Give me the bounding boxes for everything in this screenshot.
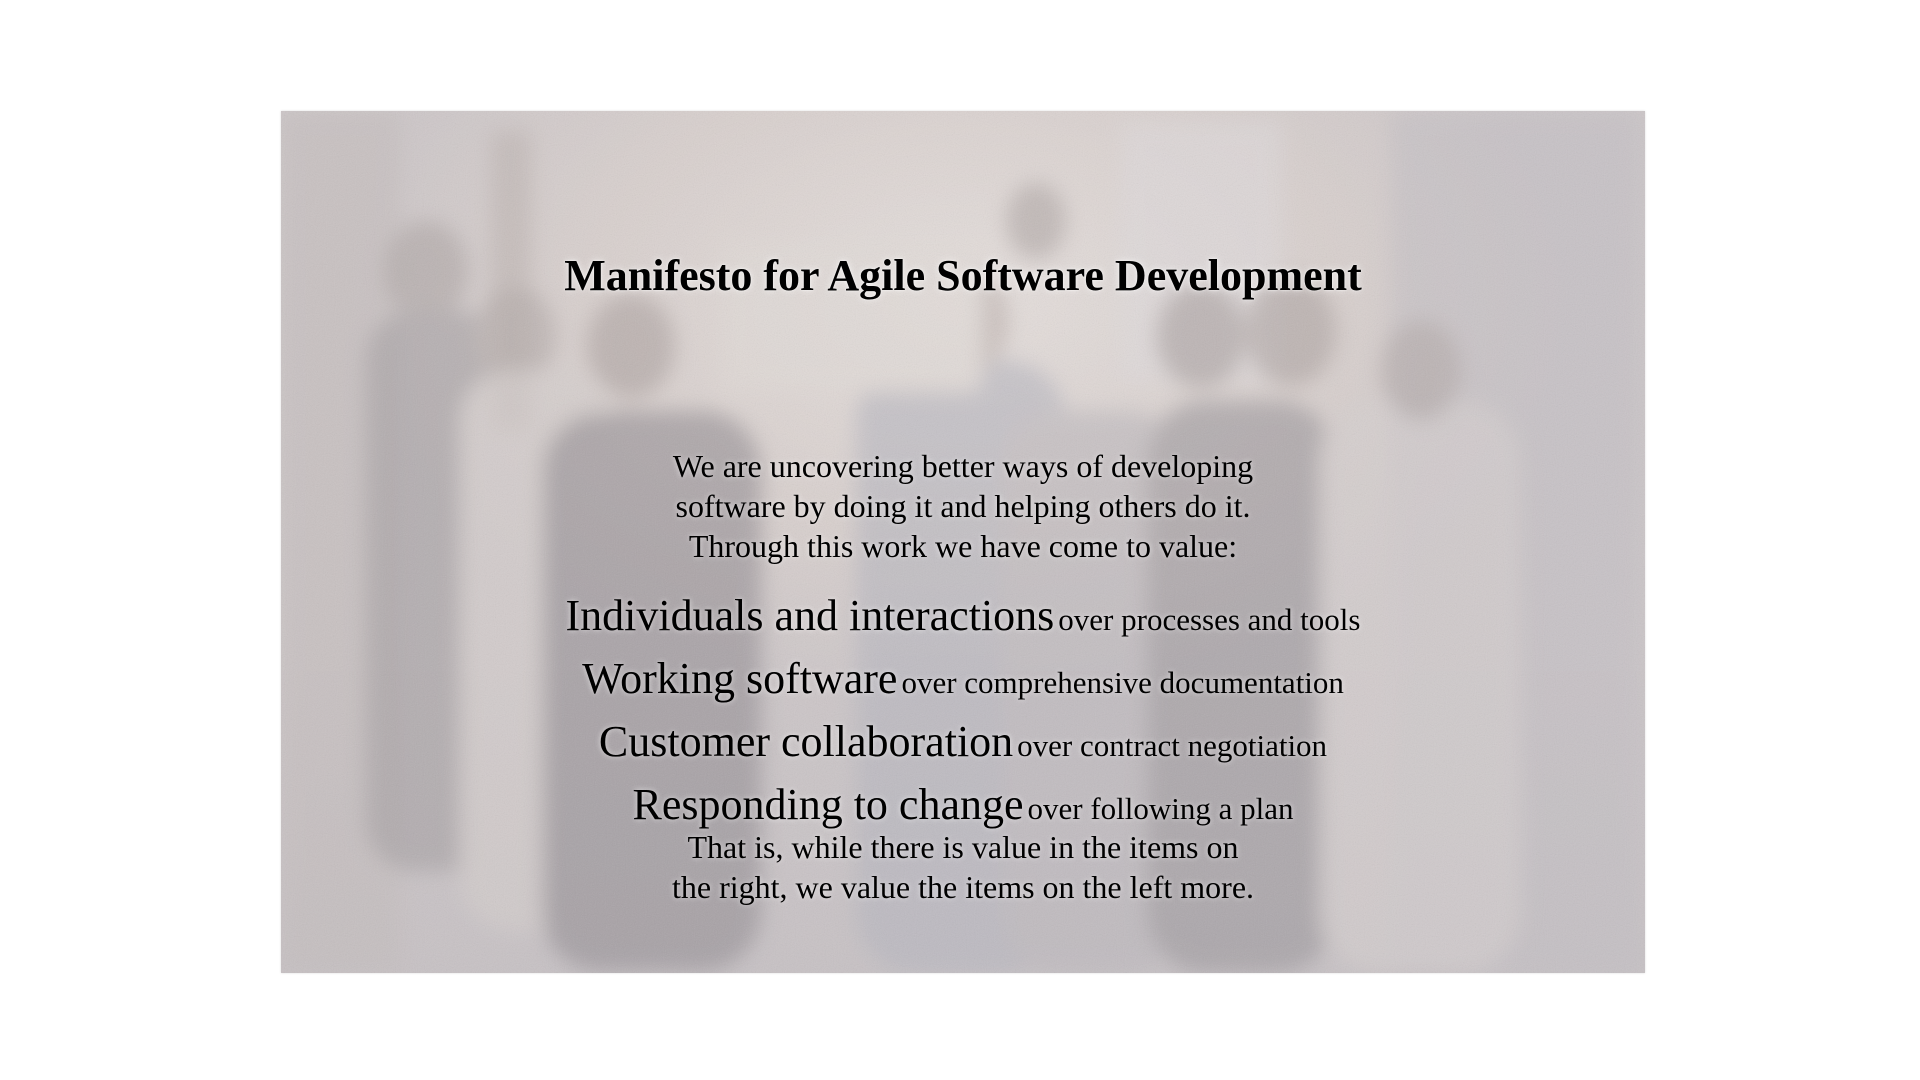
intro-paragraph: We are uncovering better ways of develop… <box>281 446 1645 566</box>
value-right: over processes and tools <box>1058 602 1361 637</box>
value-left: Customer collaboration <box>598 717 1014 766</box>
closing-line: That is, while there is value in the ite… <box>687 829 1239 865</box>
background-photo: Manifesto for Agile Software Development… <box>281 111 1645 973</box>
values-list: Individuals and interactions over proces… <box>281 589 1645 841</box>
value-right: over comprehensive documentation <box>901 665 1344 700</box>
value-left: Working software <box>582 654 898 703</box>
value-item: Individuals and interactions over proces… <box>281 589 1645 652</box>
manifesto-title: Manifesto for Agile Software Development <box>564 251 1362 300</box>
intro-line: Through this work we have come to value: <box>688 528 1238 564</box>
closing-line: the right, we value the items on the lef… <box>671 869 1255 905</box>
closing-paragraph: That is, while there is value in the ite… <box>281 827 1645 907</box>
value-right: over following a plan <box>1027 791 1294 826</box>
value-item: Customer collaboration over contract neg… <box>281 715 1645 778</box>
value-item: Working software over comprehensive docu… <box>281 652 1645 715</box>
intro-line: We are uncovering better ways of develop… <box>672 448 1254 484</box>
page: Manifesto for Agile Software Development… <box>0 0 1920 1080</box>
value-right: over contract negotiation <box>1017 728 1328 763</box>
value-left: Individuals and interactions <box>565 591 1055 640</box>
value-left: Responding to change <box>632 780 1024 829</box>
intro-line: software by doing it and helping others … <box>675 488 1251 524</box>
manifesto-text: Manifesto for Agile Software Development… <box>281 111 1645 973</box>
